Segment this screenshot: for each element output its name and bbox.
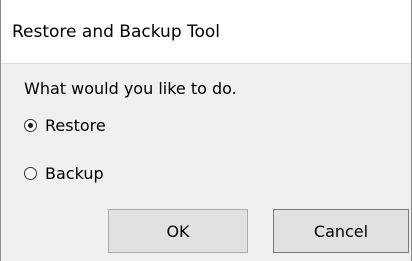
window-title: Restore and Backup Tool	[12, 22, 221, 42]
restore-radio-button[interactable]	[24, 118, 37, 132]
title-bar[interactable]: Restore and Backup Tool	[1, 0, 411, 64]
backup-radio-label[interactable]: Backup	[45, 164, 104, 183]
restore-radio-option[interactable]: Restore	[24, 115, 106, 135]
prompt-text: What would you like to do.	[24, 79, 237, 98]
backup-radio-button[interactable]	[24, 166, 37, 180]
backup-radio-option[interactable]: Backup	[24, 163, 104, 183]
dialog-window: Restore and Backup Tool What would you l…	[0, 0, 412, 261]
ok-button[interactable]: OK	[108, 209, 248, 253]
restore-radio-label[interactable]: Restore	[45, 116, 106, 135]
cancel-button[interactable]: Cancel	[273, 209, 409, 253]
